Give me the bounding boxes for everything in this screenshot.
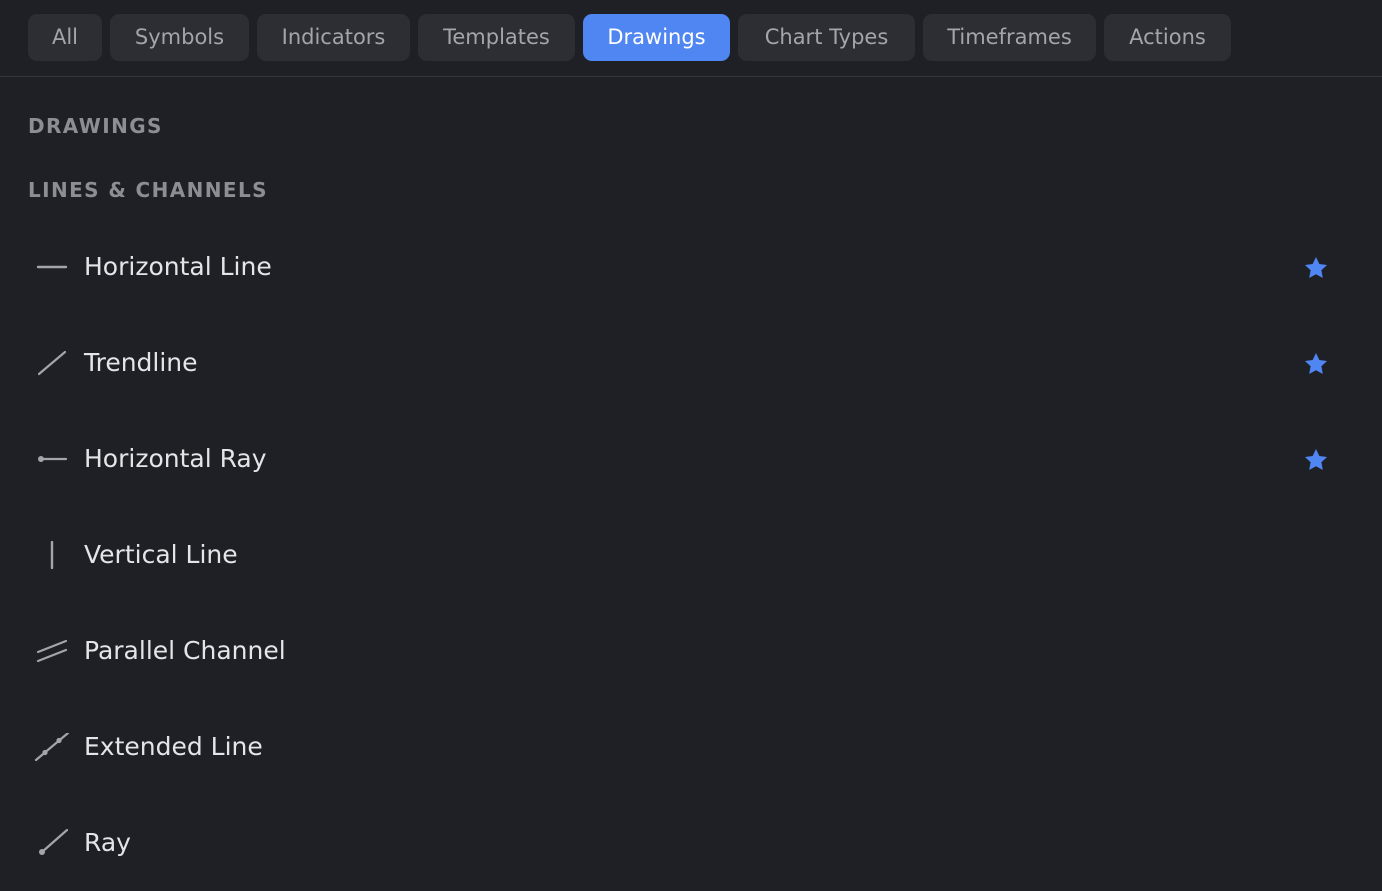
horizontal-line-icon — [34, 253, 70, 281]
list-item-vertical-line[interactable]: Vertical Line — [0, 507, 1382, 603]
list-item-parallel-channel[interactable]: Parallel Channel — [0, 603, 1382, 699]
favorite-star-icon[interactable] — [1303, 447, 1329, 473]
tab-timeframes[interactable]: Timeframes — [923, 14, 1096, 61]
list-item-horizontal-ray[interactable]: Horizontal Ray — [0, 411, 1382, 507]
list-item-label: Parallel Channel — [84, 636, 286, 665]
tab-chart-types[interactable]: Chart Types — [738, 14, 915, 61]
tab-symbols[interactable]: Symbols — [110, 14, 249, 61]
category-tab-bar: All Symbols Indicators Templates Drawing… — [0, 0, 1382, 77]
list-item-label: Extended Line — [84, 732, 263, 761]
list-item-label: Vertical Line — [84, 540, 238, 569]
list-item-trendline[interactable]: Trendline — [0, 315, 1382, 411]
list-item-label: Ray — [84, 828, 131, 857]
tab-drawings[interactable]: Drawings — [583, 14, 730, 61]
list-item-label: Horizontal Line — [84, 252, 272, 281]
parallel-channel-icon — [34, 637, 70, 665]
list-item-extended-line[interactable]: Extended Line — [0, 699, 1382, 795]
favorite-star-icon[interactable] — [1303, 255, 1329, 281]
tab-indicators[interactable]: Indicators — [257, 14, 410, 61]
horizontal-ray-icon — [34, 445, 70, 473]
favorite-star-icon[interactable] — [1303, 351, 1329, 377]
group-title: LINES & CHANNELS — [28, 178, 268, 202]
list-item-label: Horizontal Ray — [84, 444, 267, 473]
trendline-icon — [34, 349, 70, 377]
tab-all[interactable]: All — [28, 14, 102, 61]
extended-line-icon — [34, 733, 70, 761]
list-item-label: Trendline — [84, 348, 198, 377]
list-item-horizontal-line[interactable]: Horizontal Line — [0, 219, 1382, 315]
tab-templates[interactable]: Templates — [418, 14, 575, 61]
section-title: DRAWINGS — [28, 114, 163, 138]
vertical-line-icon — [34, 541, 70, 569]
ray-icon — [34, 829, 70, 857]
tab-actions[interactable]: Actions — [1104, 14, 1231, 61]
list-item-ray[interactable]: Ray — [0, 795, 1382, 891]
